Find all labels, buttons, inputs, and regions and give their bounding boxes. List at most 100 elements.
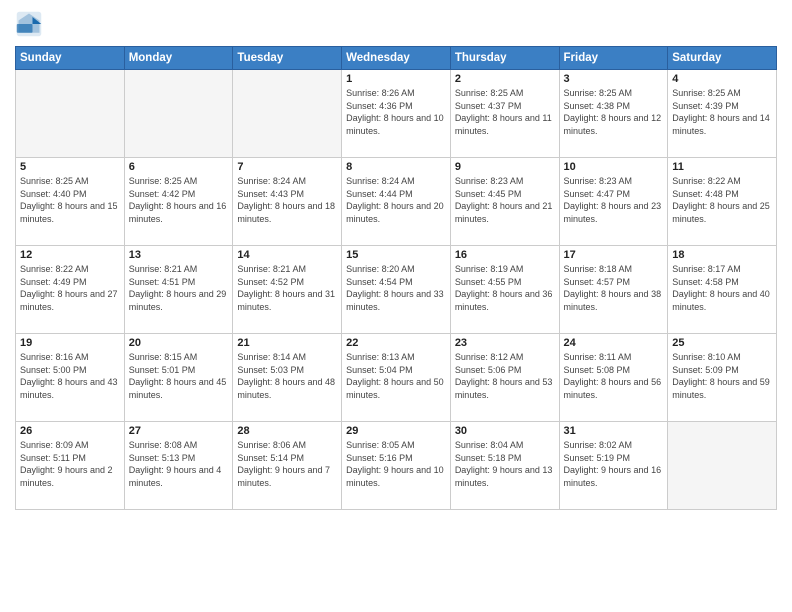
calendar-cell	[233, 70, 342, 158]
calendar-cell: 8 Sunrise: 8:24 AMSunset: 4:44 PMDaylight…	[342, 158, 451, 246]
day-info: Sunrise: 8:04 AMSunset: 5:18 PMDaylight:…	[455, 439, 555, 489]
day-info: Sunrise: 8:23 AMSunset: 4:47 PMDaylight:…	[564, 175, 664, 225]
calendar-day-header: Sunday	[16, 47, 125, 70]
day-info: Sunrise: 8:21 AMSunset: 4:52 PMDaylight:…	[237, 263, 337, 313]
calendar-cell: 4 Sunrise: 8:25 AMSunset: 4:39 PMDaylight…	[668, 70, 777, 158]
calendar-week-row: 1Sunrise: 8:26 AMSunset: 4:36 PMDaylight…	[16, 70, 777, 158]
calendar-cell: 16 Sunrise: 8:19 AMSunset: 4:55 PMDayligh…	[450, 246, 559, 334]
day-info: Sunrise: 8:05 AMSunset: 5:16 PMDaylight:…	[346, 439, 446, 489]
day-info: Sunrise: 8:23 AMSunset: 4:45 PMDaylight:…	[455, 175, 555, 225]
day-number: 6	[129, 161, 229, 173]
day-info: Sunrise: 8:06 AMSunset: 5:14 PMDaylight:…	[237, 439, 337, 489]
day-info: Sunrise: 8:12 AMSunset: 5:06 PMDaylight:…	[455, 351, 555, 401]
day-info: Sunrise: 8:17 AMSunset: 4:58 PMDaylight:…	[672, 263, 772, 313]
day-info: Sunrise: 8:25 AMSunset: 4:37 PMDaylight:…	[455, 87, 555, 137]
calendar-header-row: SundayMondayTuesdayWednesdayThursdayFrid…	[16, 47, 777, 70]
calendar-day-header: Tuesday	[233, 47, 342, 70]
day-info: Sunrise: 8:18 AMSunset: 4:57 PMDaylight:…	[564, 263, 664, 313]
day-info: Sunrise: 8:21 AMSunset: 4:51 PMDaylight:…	[129, 263, 229, 313]
calendar-cell	[668, 422, 777, 510]
logo	[15, 10, 47, 38]
calendar-cell: 11 Sunrise: 8:22 AMSunset: 4:48 PMDayligh…	[668, 158, 777, 246]
day-number: 29	[346, 425, 446, 437]
day-number: 5	[20, 161, 120, 173]
calendar-week-row: 12 Sunrise: 8:22 AMSunset: 4:49 PMDayligh…	[16, 246, 777, 334]
day-info: Sunrise: 8:08 AMSunset: 5:13 PMDaylight:…	[129, 439, 229, 489]
day-info: Sunrise: 8:10 AMSunset: 5:09 PMDaylight:…	[672, 351, 772, 401]
day-info: Sunrise: 8:20 AMSunset: 4:54 PMDaylight:…	[346, 263, 446, 313]
day-info: Sunrise: 8:25 AMSunset: 4:40 PMDaylight:…	[20, 175, 120, 225]
day-info: Sunrise: 8:24 AMSunset: 4:43 PMDaylight:…	[237, 175, 337, 225]
calendar-week-row: 19 Sunrise: 8:16 AMSunset: 5:00 PMDayligh…	[16, 334, 777, 422]
page: SundayMondayTuesdayWednesdayThursdayFrid…	[0, 0, 792, 612]
calendar-cell: 9Sunrise: 8:23 AMSunset: 4:45 PMDaylight…	[450, 158, 559, 246]
calendar-cell: 31 Sunrise: 8:02 AMSunset: 5:19 PMDayligh…	[559, 422, 668, 510]
day-number: 17	[564, 249, 664, 261]
day-number: 7	[237, 161, 337, 173]
calendar-cell: 19 Sunrise: 8:16 AMSunset: 5:00 PMDayligh…	[16, 334, 125, 422]
day-info: Sunrise: 8:13 AMSunset: 5:04 PMDaylight:…	[346, 351, 446, 401]
calendar-cell: 26 Sunrise: 8:09 AMSunset: 5:11 PMDayligh…	[16, 422, 125, 510]
calendar-cell: 21 Sunrise: 8:14 AMSunset: 5:03 PMDayligh…	[233, 334, 342, 422]
day-number: 31	[564, 425, 664, 437]
calendar-cell: 20 Sunrise: 8:15 AMSunset: 5:01 PMDayligh…	[124, 334, 233, 422]
calendar-cell: 30 Sunrise: 8:04 AMSunset: 5:18 PMDayligh…	[450, 422, 559, 510]
calendar-cell	[16, 70, 125, 158]
calendar-cell: 10 Sunrise: 8:23 AMSunset: 4:47 PMDayligh…	[559, 158, 668, 246]
calendar-day-header: Friday	[559, 47, 668, 70]
calendar-cell: 5 Sunrise: 8:25 AMSunset: 4:40 PMDaylight…	[16, 158, 125, 246]
calendar-cell: 18 Sunrise: 8:17 AMSunset: 4:58 PMDayligh…	[668, 246, 777, 334]
day-number: 3	[564, 73, 664, 85]
day-number: 26	[20, 425, 120, 437]
calendar-cell: 3 Sunrise: 8:25 AMSunset: 4:38 PMDaylight…	[559, 70, 668, 158]
logo-icon	[15, 10, 43, 38]
day-number: 25	[672, 337, 772, 349]
day-info: Sunrise: 8:25 AMSunset: 4:39 PMDaylight:…	[672, 87, 772, 137]
calendar-week-row: 5 Sunrise: 8:25 AMSunset: 4:40 PMDaylight…	[16, 158, 777, 246]
calendar-day-header: Saturday	[668, 47, 777, 70]
day-number: 16	[455, 249, 555, 261]
day-info: Sunrise: 8:11 AMSunset: 5:08 PMDaylight:…	[564, 351, 664, 401]
day-info: Sunrise: 8:14 AMSunset: 5:03 PMDaylight:…	[237, 351, 337, 401]
day-number: 4	[672, 73, 772, 85]
day-info: Sunrise: 8:02 AMSunset: 5:19 PMDaylight:…	[564, 439, 664, 489]
day-info: Sunrise: 8:22 AMSunset: 4:49 PMDaylight:…	[20, 263, 120, 313]
calendar-cell: 29 Sunrise: 8:05 AMSunset: 5:16 PMDayligh…	[342, 422, 451, 510]
day-info: Sunrise: 8:15 AMSunset: 5:01 PMDaylight:…	[129, 351, 229, 401]
calendar-cell	[124, 70, 233, 158]
calendar-table: SundayMondayTuesdayWednesdayThursdayFrid…	[15, 46, 777, 510]
day-number: 11	[672, 161, 772, 173]
day-info: Sunrise: 8:25 AMSunset: 4:38 PMDaylight:…	[564, 87, 664, 137]
day-number: 22	[346, 337, 446, 349]
calendar-cell: 23 Sunrise: 8:12 AMSunset: 5:06 PMDayligh…	[450, 334, 559, 422]
day-number: 12	[20, 249, 120, 261]
day-info: Sunrise: 8:19 AMSunset: 4:55 PMDaylight:…	[455, 263, 555, 313]
calendar-cell: 14Sunrise: 8:21 AMSunset: 4:52 PMDayligh…	[233, 246, 342, 334]
calendar-cell: 27Sunrise: 8:08 AMSunset: 5:13 PMDayligh…	[124, 422, 233, 510]
calendar-cell: 17 Sunrise: 8:18 AMSunset: 4:57 PMDayligh…	[559, 246, 668, 334]
day-info: Sunrise: 8:24 AMSunset: 4:44 PMDaylight:…	[346, 175, 446, 225]
day-number: 21	[237, 337, 337, 349]
day-info: Sunrise: 8:26 AMSunset: 4:36 PMDaylight:…	[346, 87, 446, 137]
day-number: 2	[455, 73, 555, 85]
day-number: 23	[455, 337, 555, 349]
day-number: 10	[564, 161, 664, 173]
calendar-cell: 25 Sunrise: 8:10 AMSunset: 5:09 PMDayligh…	[668, 334, 777, 422]
day-info: Sunrise: 8:09 AMSunset: 5:11 PMDaylight:…	[20, 439, 120, 489]
header	[15, 10, 777, 38]
day-number: 13	[129, 249, 229, 261]
day-number: 15	[346, 249, 446, 261]
calendar-cell: 24Sunrise: 8:11 AMSunset: 5:08 PMDayligh…	[559, 334, 668, 422]
day-number: 20	[129, 337, 229, 349]
calendar-cell: 15 Sunrise: 8:20 AMSunset: 4:54 PMDayligh…	[342, 246, 451, 334]
day-number: 18	[672, 249, 772, 261]
day-info: Sunrise: 8:22 AMSunset: 4:48 PMDaylight:…	[672, 175, 772, 225]
day-info: Sunrise: 8:25 AMSunset: 4:42 PMDaylight:…	[129, 175, 229, 225]
day-info: Sunrise: 8:16 AMSunset: 5:00 PMDaylight:…	[20, 351, 120, 401]
day-number: 30	[455, 425, 555, 437]
calendar-cell: 6 Sunrise: 8:25 AMSunset: 4:42 PMDaylight…	[124, 158, 233, 246]
day-number: 19	[20, 337, 120, 349]
day-number: 8	[346, 161, 446, 173]
calendar-cell: 7 Sunrise: 8:24 AMSunset: 4:43 PMDaylight…	[233, 158, 342, 246]
calendar-week-row: 26 Sunrise: 8:09 AMSunset: 5:11 PMDayligh…	[16, 422, 777, 510]
